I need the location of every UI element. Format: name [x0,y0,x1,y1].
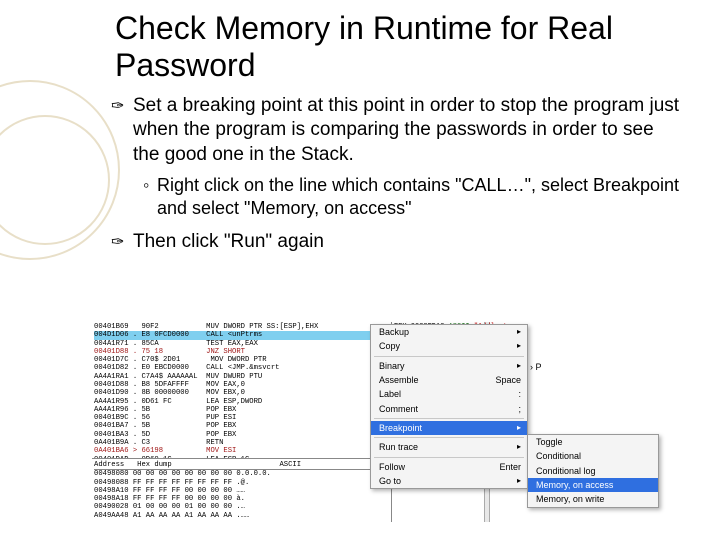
ctx-item-follow[interactable]: FollowEnter [371,460,527,474]
ctx-item-backup[interactable]: Backup▸ [371,325,527,339]
debugger-left: 00401B69 90F2 MUV DWORD PTR SS:[ESP],EHX… [92,322,392,522]
submenu-item-memory-on-write[interactable]: Memory, on write [528,492,658,506]
context-menu[interactable]: Backup▸Copy▸ Binary▸AssembleSpaceLabel:Co… [370,324,528,489]
slide-body: Check Memory in Runtime for Real Passwor… [0,0,720,255]
bullet-icon: ✑ [111,97,124,118]
sub-bullet-1: Right click on the line which contains "… [143,174,680,221]
bullet-1: ✑ Set a breaking point at this point in … [115,94,680,168]
bullet-2: ✑ Then click "Run" again [115,230,680,255]
bullet-2-rest: click "Run" again [176,231,324,252]
ctx-item-run-trace[interactable]: Run trace▸ [371,440,527,454]
ctx-item-label[interactable]: Label: [371,387,527,401]
debugger-panel: 00401B69 90F2 MUV DWORD PTR SS:[ESP],EHX… [92,322,694,522]
ctx-item-copy[interactable]: Copy▸ [371,339,527,353]
ctx-item-go-to[interactable]: Go to▸ [371,474,527,488]
submenu-item-memory-on-access[interactable]: Memory, on access [528,478,658,492]
status-flag: › P [528,362,544,372]
disassembly-pane[interactable]: 00401B69 90F2 MUV DWORD PTR SS:[ESP],EHX… [92,322,391,458]
ctx-item-binary[interactable]: Binary▸ [371,359,527,373]
ctx-item-breakpoint[interactable]: Breakpoint▸ [371,421,527,435]
ctx-item-assemble[interactable]: AssembleSpace [371,373,527,387]
submenu-item-toggle[interactable]: Toggle [528,435,658,449]
slide-title: Check Memory in Runtime for Real Passwor… [115,10,680,84]
breakpoint-submenu[interactable]: ToggleConditionalConditional logMemory, … [527,434,659,508]
submenu-item-conditional-log[interactable]: Conditional log [528,464,658,478]
bullet-icon: ✑ [111,233,124,254]
bullet-1-rest: a breaking point at this point in order … [133,95,679,165]
hexdump-pane[interactable]: Address Hex dump ASCII00498080 00 00 00 … [92,458,391,522]
bullet-1-lead: Set [133,95,162,116]
ctx-item-comment[interactable]: Comment; [371,402,527,416]
submenu-item-conditional[interactable]: Conditional [528,449,658,463]
bullet-2-lead: Then [133,231,176,252]
